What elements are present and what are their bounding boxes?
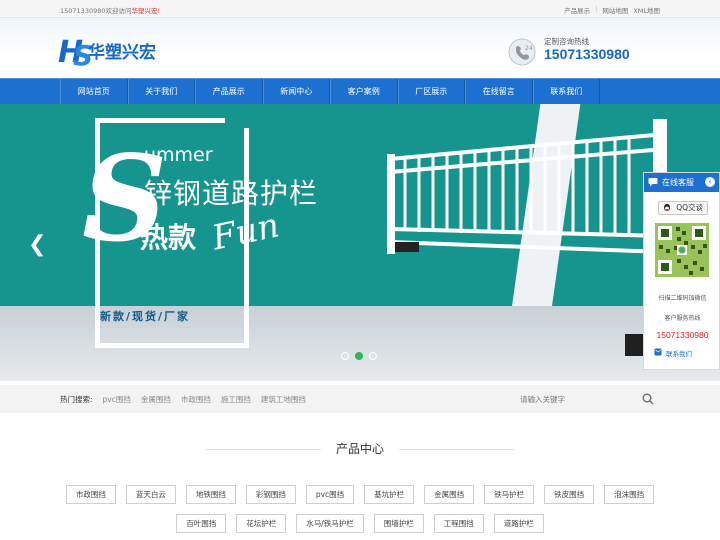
category-button[interactable]: 彩钢围挡 [245,485,296,504]
service-hotline-number: 15071330980 [656,330,709,340]
nav-item-news[interactable]: 新闻中心 [262,79,330,105]
category-button[interactable]: 市政围挡 [65,485,116,504]
hot-keyword[interactable]: 建筑工地围挡 [261,394,306,405]
hot-search: 热门搜索: pvc围挡 金属围挡 市政围挡 施工围挡 建筑工地围挡 [60,394,306,405]
hot-keyword[interactable]: 施工围挡 [221,394,251,405]
category-button[interactable]: 百叶围挡 [176,514,227,533]
hot-keyword[interactable]: pvc围挡 [103,394,131,405]
banner-product-title: 锌钢道路护栏 [144,177,319,210]
category-button[interactable]: 工程围挡 [433,514,484,533]
search-input[interactable] [520,391,655,408]
scan-qr-text: 扫描二维码加微信 [658,295,707,302]
logo-text[interactable]: 华塑兴宏 [88,38,156,63]
category-button[interactable]: 泡沫围挡 [604,485,655,504]
banner-dot-1[interactable] [341,352,349,360]
nav-item-message[interactable]: 在线留言 [465,79,533,105]
chat-icon [648,178,658,187]
nav-item-products[interactable]: 产品展示 [195,79,263,105]
category-button[interactable]: 花坛护栏 [236,514,287,533]
service-hotline-label: 客户服务热线 [664,315,701,322]
online-service-panel: 在线客服 ‹ QQ交谈 扫描二维码加微信 客户服务热线 15071330980 … [643,172,720,370]
banner-summer-text: ummer [144,144,213,166]
service-panel-header: 在线客服 ‹ [644,173,719,192]
welcome-text: 15071330980欢迎访问华塑兴宏! [60,5,160,15]
category-button[interactable]: 道路护栏 [493,514,544,533]
hot-search-label: 热门搜索: [60,395,93,404]
section-title: 产品中心 [335,442,384,456]
fence-illustration [387,119,675,356]
main-nav: 网站首页 关于我们 产品展示 新闻中心 客户案例 厂区展示 在线留言 联系我们 [0,78,720,105]
search-icon[interactable] [642,393,654,405]
nav-item-home[interactable]: 网站首页 [60,79,128,105]
divider: | [595,5,598,13]
title-divider-right [399,449,514,450]
top-link-products[interactable]: 产品展示 [564,5,590,15]
qr-code-icon [653,221,711,279]
contact-us-link[interactable]: 联系我们 [654,348,692,358]
nav-list: 网站首页 关于我们 产品展示 新闻中心 客户案例 厂区展示 在线留言 联系我们 [60,79,600,105]
top-link-sitemap[interactable]: 网站地图 [602,5,628,15]
nav-item-about[interactable]: 关于我们 [127,79,195,105]
top-bar: 15071330980欢迎访问华塑兴宏! 产品展示 | 网站地图 XML地图 [0,0,720,18]
contact-us-label: 联系我们 [666,350,692,358]
category-button[interactable]: 金属围挡 [424,485,475,504]
nav-item-factory[interactable]: 厂区展示 [397,79,465,105]
banner-hot-label: 热款 [140,221,197,254]
site-header: H S 华塑兴宏 24 定制咨询热线 15071330980 [0,18,720,78]
welcome-prefix: 15071330980欢迎访问 [60,7,132,15]
category-button[interactable]: 铁皮围挡 [544,485,595,504]
contact-icon [654,348,662,356]
service-panel-title: 在线客服 [662,178,694,187]
product-categories: 市政围挡 蓝天白云 地铁围挡 彩钢围挡 pvc围挡 基坑护栏 金属围挡 铁马护栏… [65,485,655,540]
hero-banner[interactable]: S ummer 锌钢道路护栏 热款 Fun 新款/现货/厂家 ❮ [0,104,720,381]
frame-gap [225,112,255,128]
search-bar: 热门搜索: pvc围挡 金属围挡 市政围挡 施工围挡 建筑工地围挡 [0,385,720,413]
welcome-suffix: ! [157,7,161,15]
qq-chat-label: QQ交谈 [676,203,703,212]
svg-text:24: 24 [525,45,533,52]
category-button[interactable]: pvc围挡 [305,485,355,504]
category-button[interactable]: 水马/铁马护栏 [296,514,364,533]
category-row: 市政围挡 蓝天白云 地铁围挡 彩钢围挡 pvc围挡 基坑护栏 金属围挡 铁马护栏… [65,485,655,504]
banner-dot-2[interactable] [355,352,363,360]
hotline-number: 15071330980 [544,46,630,62]
hot-keyword[interactable]: 市政围挡 [181,394,211,405]
category-button[interactable]: 基坑护栏 [364,485,415,504]
banner-pagination [341,352,377,360]
qq-chat-button[interactable]: QQ交谈 [658,201,708,215]
banner-prev-arrow-icon[interactable]: ❮ [28,232,46,257]
nav-item-cases[interactable]: 客户案例 [330,79,398,105]
phone-icon: 24 [508,38,536,66]
category-button[interactable]: 围墙护栏 [373,514,424,533]
category-row: 百叶围挡 花坛护栏 水马/铁马护栏 围墙护栏 工程围挡 道路护栏 [70,514,650,533]
banner-dot-3[interactable] [369,352,377,360]
top-link-xml-sitemap[interactable]: XML地图 [633,5,660,15]
qq-icon [664,203,670,212]
category-button[interactable]: 地铁围挡 [185,485,236,504]
category-button[interactable]: 铁马护栏 [484,485,535,504]
welcome-brand: 华塑兴宏 [131,7,158,15]
close-icon[interactable]: ‹ [705,177,715,187]
top-links: 产品展示 | 网站地图 XML地图 [564,5,660,15]
banner-tagline: 新款/现货/厂家 [100,310,191,323]
category-button[interactable]: 蓝天白云 [125,485,176,504]
nav-item-contact[interactable]: 联系我们 [532,79,600,105]
hot-keyword[interactable]: 金属围挡 [141,394,171,405]
